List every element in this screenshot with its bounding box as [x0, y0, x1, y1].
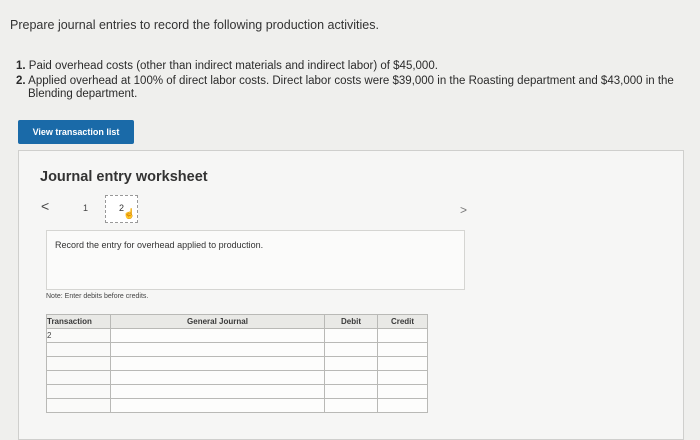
transaction-cell — [46, 342, 111, 357]
instruction-text: Record the entry for overhead applied to… — [55, 240, 264, 250]
task-number: 1. — [16, 60, 26, 72]
debit-input[interactable] — [324, 370, 378, 385]
step-tab-1[interactable]: 1 — [83, 203, 88, 213]
chevron-left-icon[interactable]: < — [41, 198, 49, 214]
column-header-general-journal: General Journal — [110, 314, 325, 329]
debit-input[interactable] — [324, 398, 378, 413]
table-row — [46, 356, 428, 371]
task-text-continuation: Blending department. — [28, 88, 138, 100]
transaction-cell — [46, 398, 111, 413]
journal-entry-worksheet: Journal entry worksheet < 1 2 ☝ > Record… — [18, 150, 684, 440]
account-input[interactable] — [110, 398, 325, 413]
debit-input[interactable] — [324, 356, 378, 371]
account-input[interactable] — [110, 384, 325, 399]
page-title: Prepare journal entries to record the fo… — [10, 18, 379, 32]
task-text: Applied overhead at 100% of direct labor… — [28, 75, 674, 87]
task-number: 2. — [16, 75, 26, 87]
table-row: 2 — [46, 328, 428, 343]
credit-input[interactable] — [377, 398, 428, 413]
credit-input[interactable] — [377, 356, 428, 371]
column-header-transaction: Transaction — [46, 314, 111, 329]
column-header-debit: Debit — [324, 314, 378, 329]
debit-input[interactable] — [324, 342, 378, 357]
transaction-cell — [46, 384, 111, 399]
credit-input[interactable] — [377, 384, 428, 399]
account-input[interactable] — [110, 356, 325, 371]
task-text: Paid overhead costs (other than indirect… — [28, 60, 438, 72]
credit-input[interactable] — [377, 328, 428, 343]
transaction-cell — [46, 370, 111, 385]
debit-input[interactable] — [324, 384, 378, 399]
worksheet-title: Journal entry worksheet — [40, 169, 208, 185]
table-row — [46, 342, 428, 357]
debit-input[interactable] — [324, 328, 378, 343]
chevron-right-icon[interactable]: > — [460, 203, 467, 217]
instruction-box: Record the entry for overhead applied to… — [46, 230, 465, 290]
account-input[interactable] — [110, 342, 325, 357]
task-item: 1. Paid overhead costs (other than indir… — [16, 60, 676, 73]
view-transaction-list-button[interactable]: View transaction list — [18, 120, 134, 144]
task-item: 2. Applied overhead at 100% of direct la… — [16, 75, 676, 101]
column-header-credit: Credit — [377, 314, 428, 329]
task-list: 1. Paid overhead costs (other than indir… — [16, 60, 676, 103]
table-row — [46, 370, 428, 385]
table-row — [46, 384, 428, 399]
note-text: Note: Enter debits before credits. — [46, 293, 149, 300]
account-input[interactable] — [110, 370, 325, 385]
account-input[interactable] — [110, 328, 325, 343]
table-row — [46, 398, 428, 413]
credit-input[interactable] — [377, 370, 428, 385]
hand-cursor-icon: ☝ — [123, 209, 136, 220]
journal-table: Transaction General Journal Debit Credit… — [46, 314, 428, 413]
transaction-cell — [46, 356, 111, 371]
transaction-cell: 2 — [46, 328, 111, 343]
credit-input[interactable] — [377, 342, 428, 357]
